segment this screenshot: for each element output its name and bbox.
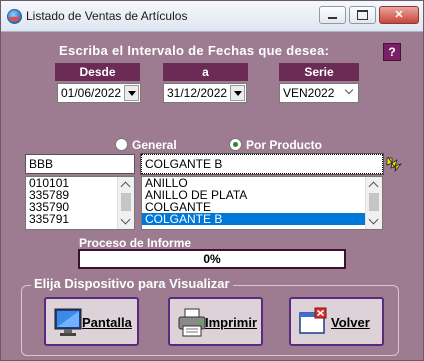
- code-search-input[interactable]: BBB: [25, 154, 135, 174]
- from-date-select[interactable]: 01/06/2022: [57, 83, 141, 103]
- chevron-down-icon[interactable]: [124, 85, 139, 101]
- scroll-down-icon[interactable]: [120, 214, 131, 225]
- pantalla-button[interactable]: Pantalla: [44, 297, 139, 346]
- serie-label: Serie: [279, 63, 359, 81]
- device-group-title: Elija Dispositivo para Visualizar: [31, 276, 233, 291]
- pantalla-label: Pantalla: [82, 315, 132, 330]
- radio-general[interactable]: General: [115, 138, 177, 152]
- product-search-input[interactable]: COLGANTE B: [140, 153, 384, 175]
- minimize-button[interactable]: [319, 6, 346, 24]
- radio-por-producto-circle[interactable]: [229, 138, 242, 151]
- to-date-select[interactable]: 31/12/2022: [163, 83, 247, 103]
- radio-general-label: General: [132, 138, 177, 152]
- serie-select[interactable]: VEN2022: [279, 83, 359, 103]
- chevron-down-icon[interactable]: [230, 85, 245, 101]
- to-date-value: 31/12/2022: [167, 86, 228, 100]
- radio-por-producto[interactable]: Por Producto: [229, 138, 322, 152]
- imprimir-button[interactable]: Imprimir: [168, 297, 263, 346]
- window-title: Listado de Ventas de Artículos: [26, 9, 188, 23]
- from-date-value: 01/06/2022: [61, 86, 122, 100]
- progress-text: 0%: [203, 252, 221, 266]
- serie-value: VEN2022: [283, 86, 335, 100]
- title-bar: Listado de Ventas de Artículos ✕: [1, 1, 423, 32]
- volver-button[interactable]: Volver: [289, 297, 384, 346]
- close-button[interactable]: ✕: [379, 6, 419, 24]
- scroll-thumb[interactable]: [369, 193, 379, 211]
- lightning-icon[interactable]: [385, 154, 403, 172]
- scroll-thumb[interactable]: [121, 193, 131, 211]
- printer-icon: [178, 308, 206, 337]
- close-icon: ✕: [394, 9, 404, 21]
- volver-label: Volver: [331, 315, 370, 330]
- help-button[interactable]: ?: [383, 43, 401, 61]
- radio-por-producto-label: Por Producto: [246, 138, 323, 152]
- maximize-icon: [357, 10, 368, 21]
- code-list[interactable]: 010101 335789 335790 335791: [25, 176, 135, 230]
- maximize-button[interactable]: [349, 6, 376, 24]
- radio-general-circle[interactable]: [115, 138, 128, 151]
- scroll-up-icon[interactable]: [368, 181, 379, 192]
- to-label: a: [163, 63, 248, 81]
- close-window-icon: [299, 307, 327, 334]
- progress-bar: 0%: [78, 249, 346, 269]
- imprimir-label: Imprimir: [205, 315, 258, 330]
- product-list[interactable]: ANILLO ANILLO DE PLATA COLGANTE COLGANTE…: [141, 176, 383, 230]
- minimize-icon: [328, 17, 337, 20]
- scroll-up-icon[interactable]: [120, 181, 131, 192]
- list-item-selected[interactable]: COLGANTE B: [142, 213, 382, 225]
- progress-label: Proceso de Informe: [79, 236, 192, 250]
- product-list-scrollbar[interactable]: [365, 177, 382, 229]
- scroll-down-icon[interactable]: [368, 214, 379, 225]
- chevron-down-icon[interactable]: [342, 85, 357, 101]
- date-interval-heading: Escriba el Intervalo de Fechas que desea…: [59, 43, 330, 58]
- app-icon: [7, 9, 22, 24]
- from-label: Desde: [55, 63, 140, 81]
- report-window: Listado de Ventas de Artículos ✕ Escriba…: [0, 0, 424, 361]
- code-list-scrollbar[interactable]: [117, 177, 134, 229]
- monitor-icon: [54, 308, 82, 336]
